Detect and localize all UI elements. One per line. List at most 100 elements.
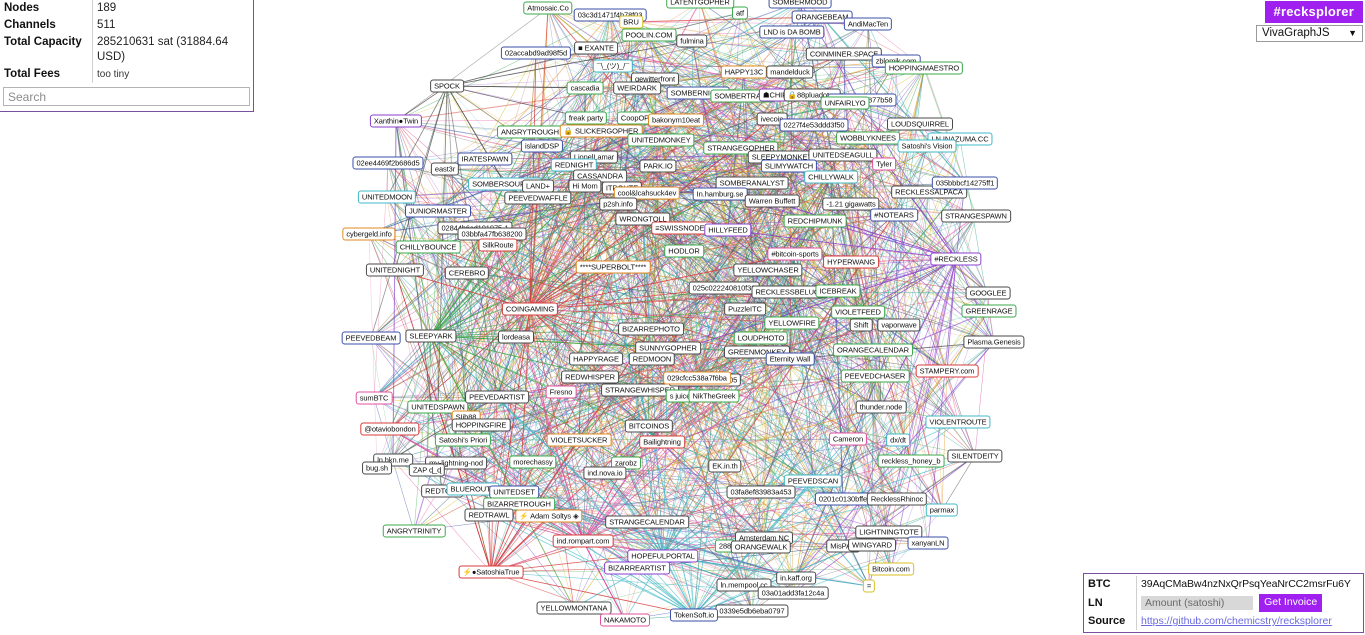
- graph-node[interactable]: VIOLENTROUTE: [925, 415, 991, 429]
- graph-node[interactable]: vaporwave: [877, 318, 921, 332]
- graph-node[interactable]: TokenSoft.io: [669, 608, 719, 622]
- graph-node[interactable]: YELLOWCHASER: [733, 263, 803, 277]
- graph-node[interactable]: REDTRAWL: [464, 508, 514, 522]
- get-invoice-button[interactable]: Get Invoice: [1259, 594, 1323, 612]
- graph-node[interactable]: REDCHIPMUNK: [783, 214, 847, 228]
- graph-node[interactable]: LND is DA BOMB: [759, 25, 825, 39]
- graph-node[interactable]: LATENTGOPHER: [666, 0, 734, 9]
- graph-node[interactable]: bakonym10eat: [647, 113, 705, 127]
- graph-node[interactable]: NikTheGreek: [688, 389, 740, 403]
- graph-node[interactable]: east3r: [430, 162, 460, 176]
- graph-node[interactable]: 0201c0130bffe: [814, 492, 872, 506]
- graph-node[interactable]: freak party: [564, 111, 608, 125]
- graph-node[interactable]: YELLOWFIRE: [764, 316, 820, 330]
- graph-node[interactable]: #bitcoin-sports: [767, 247, 823, 261]
- graph-node[interactable]: STAMPERY.com: [915, 364, 979, 378]
- graph-node[interactable]: VIOLETFEED: [831, 305, 885, 319]
- graph-node[interactable]: HODLOR: [664, 244, 704, 258]
- btc-address[interactable]: 39AqCMaBw4nzNxQrPsqYeaNrCC2msrFu6Y: [1141, 578, 1351, 590]
- graph-node[interactable]: cascadia: [566, 81, 604, 95]
- graph-node[interactable]: Cameron: [828, 432, 868, 446]
- graph-node[interactable]: UNITEDMONKEY: [627, 133, 695, 147]
- graph-node[interactable]: PEEVEDBEAM: [341, 331, 401, 345]
- graph-node[interactable]: 029cfcc538a7f6ba: [663, 371, 731, 385]
- graph-node[interactable]: ****SUPERBOLT****: [575, 260, 651, 274]
- graph-node[interactable]: PARK.IO: [639, 159, 677, 173]
- graph-node[interactable]: in.kaff.org: [776, 571, 816, 585]
- graph-node[interactable]: PEEVEDCHASER: [840, 369, 910, 383]
- graph-node[interactable]: POOLIN.COM: [621, 28, 677, 42]
- graph-node[interactable]: PEEVEDWAFFLE: [504, 191, 572, 205]
- graph-node[interactable]: LOUDPHOTO: [733, 331, 789, 345]
- graph-node[interactable]: atf: [731, 6, 749, 20]
- graph-node[interactable]: Tyler: [872, 157, 896, 171]
- graph-node[interactable]: mandelduck: [766, 65, 814, 79]
- graph-node[interactable]: HAPPY13C: [720, 65, 768, 79]
- graph-node[interactable]: GOOGLEE: [965, 286, 1011, 300]
- graph-node[interactable]: PEEVEDARTIST: [465, 390, 529, 404]
- graph-node[interactable]: UNITEDSEAGULL: [808, 148, 878, 162]
- graph-node[interactable]: HOPPINGFIRE: [451, 418, 511, 432]
- graph-node[interactable]: ANGRYTROUGH: [497, 125, 563, 139]
- graph-node[interactable]: Fresno: [545, 385, 577, 399]
- graph-node[interactable]: BITCOINOS: [624, 419, 674, 433]
- graph-node[interactable]: WINGYARD: [848, 538, 896, 552]
- graph-node[interactable]: ¯\_(ツ)_/¯: [592, 59, 634, 73]
- graph-node[interactable]: SOMBERMOOD: [768, 0, 832, 9]
- graph-node[interactable]: PuzzleITC: [724, 302, 766, 316]
- graph-node[interactable]: ■ EXANTE: [574, 41, 618, 55]
- graph-node[interactable]: xanyanLN: [907, 536, 949, 550]
- graph-node[interactable]: ZAP ɖ_ɖ: [408, 463, 446, 477]
- graph-node[interactable]: STRANGESPAWN: [941, 209, 1011, 223]
- graph-node[interactable]: CEREBRO: [444, 266, 490, 280]
- graph-node[interactable]: bug.sh: [362, 461, 392, 475]
- graph-node[interactable]: Atmosaic.Co: [523, 1, 573, 15]
- search-input[interactable]: [3, 87, 250, 106]
- graph-node[interactable]: Satoshi's Priori: [434, 433, 492, 447]
- graph-node[interactable]: ANGRYTRINITY: [382, 524, 446, 538]
- ln-amount-input[interactable]: [1141, 596, 1253, 610]
- graph-node[interactable]: Shift: [849, 318, 873, 332]
- graph-node[interactable]: CHILLYBOUNCE: [395, 240, 461, 254]
- graph-node[interactable]: 02ee4469f2b686d5: [352, 156, 424, 170]
- graph-node[interactable]: p2sh.info: [599, 197, 637, 211]
- graph-node[interactable]: Satoshi's Vision: [897, 139, 957, 153]
- graph-node[interactable]: REDWHISPER: [561, 370, 619, 384]
- graph-node[interactable]: NAKAMOTO: [600, 613, 650, 627]
- graph-node[interactable]: ⚡ Adam Soltys ◈: [515, 509, 583, 523]
- graph-node[interactable]: dx/dt: [886, 433, 910, 447]
- graph-node[interactable]: 0339e5db6eba0797: [715, 604, 789, 618]
- graph-node[interactable]: In.hamburg.se: [692, 187, 748, 201]
- graph-node[interactable]: SilkRoute: [478, 238, 518, 252]
- graph-node[interactable]: Plasma.Genesis: [963, 335, 1025, 349]
- graph-node[interactable]: HOPPINGMAESTRO: [884, 61, 964, 75]
- graph-node[interactable]: ICEBREAK: [815, 284, 861, 298]
- graph-node[interactable]: YELLOWMONTANA: [536, 601, 612, 615]
- graph-node[interactable]: cybergeld.info: [342, 227, 396, 241]
- graph-node[interactable]: #NOTEARS: [870, 208, 918, 222]
- graph-node[interactable]: thunder.node: [855, 400, 907, 414]
- graph-node[interactable]: 025c022240810f38: [688, 281, 760, 295]
- graph-node[interactable]: BRU: [619, 15, 643, 29]
- graph-node[interactable]: SPOCK: [430, 79, 464, 93]
- graph-node[interactable]: RecklessRhinoc: [866, 492, 928, 506]
- graph-node[interactable]: fulmina: [676, 34, 708, 48]
- graph-node[interactable]: HAPPYRAGE: [569, 352, 623, 366]
- graph-node[interactable]: ORANGECALENDAR: [833, 343, 913, 357]
- graph-node[interactable]: Warren Buffett: [744, 194, 800, 208]
- graph-node[interactable]: UNITEDMOON: [357, 190, 417, 204]
- graph-node[interactable]: WOBBLYKNEES: [836, 131, 900, 145]
- graph-node[interactable]: LOUDSQUIRREL: [887, 117, 953, 131]
- graph-node[interactable]: 035bbbcf14275ff1: [931, 176, 999, 190]
- graph-node[interactable]: 03fa8ef83983a453: [726, 485, 796, 499]
- graph-node[interactable]: JUNIORMASTER: [405, 204, 471, 218]
- graph-node[interactable]: HILLYFEED: [704, 223, 752, 237]
- graph-node[interactable]: Bitcoin.com: [868, 562, 914, 576]
- graph-node[interactable]: 0227f4e53ddd3f50: [779, 118, 849, 132]
- graph-node[interactable]: parmax: [925, 503, 959, 517]
- graph-node[interactable]: ind.nova.io: [583, 466, 627, 480]
- graph-node[interactable]: islandDSP: [520, 139, 564, 153]
- graph-node[interactable]: HYPERWANG: [823, 255, 879, 269]
- graph-node[interactable]: STRANGECALENDAR: [605, 515, 689, 529]
- graph-node[interactable]: Bailightning: [639, 435, 685, 449]
